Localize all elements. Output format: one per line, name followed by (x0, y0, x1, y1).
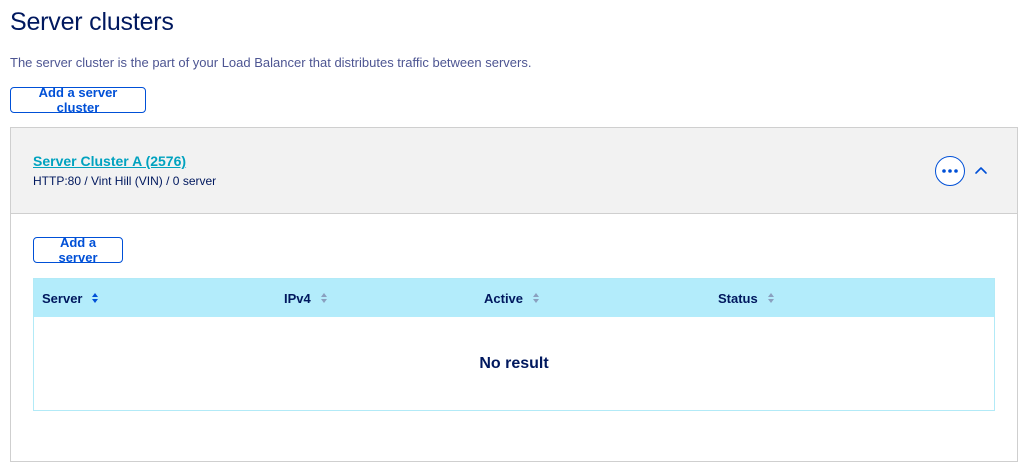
column-label: Status (718, 290, 758, 306)
sort-icon (533, 293, 540, 303)
cluster-actions-button[interactable] (935, 156, 965, 186)
column-header-ipv4[interactable]: IPv4 (284, 279, 327, 317)
empty-state: No result (479, 354, 549, 372)
cluster-meta: HTTP:80 / Vint Hill (VIN) / 0 server (33, 174, 217, 188)
column-label: Active (484, 290, 524, 306)
server-cluster-panel: Server Cluster A (2576) HTTP:80 / Vint H… (10, 127, 1018, 462)
column-header-status[interactable]: Status (718, 279, 774, 317)
column-header-active[interactable]: Active (484, 279, 540, 317)
ellipsis-icon (942, 169, 958, 173)
column-header-server[interactable]: Server (42, 279, 99, 317)
table-header: Server IPv4 Active Status (34, 279, 994, 317)
sort-icon (320, 293, 327, 303)
add-server-cluster-button[interactable]: Add a server cluster (10, 85, 146, 115)
servers-table: Server IPv4 Active Status No result (33, 278, 995, 411)
page-title: Server clusters (10, 8, 174, 36)
chevron-up-icon[interactable] (973, 162, 989, 178)
column-label: IPv4 (284, 290, 311, 306)
page-description: The server cluster is the part of your L… (10, 55, 532, 70)
column-label: Server (42, 290, 83, 306)
add-server-button[interactable]: Add a server (33, 235, 123, 265)
sort-icon (767, 293, 774, 303)
cluster-header: Server Cluster A (2576) HTTP:80 / Vint H… (11, 128, 1017, 214)
cluster-name-link[interactable]: Server Cluster A (2576) (33, 153, 186, 169)
sort-icon (92, 293, 99, 303)
